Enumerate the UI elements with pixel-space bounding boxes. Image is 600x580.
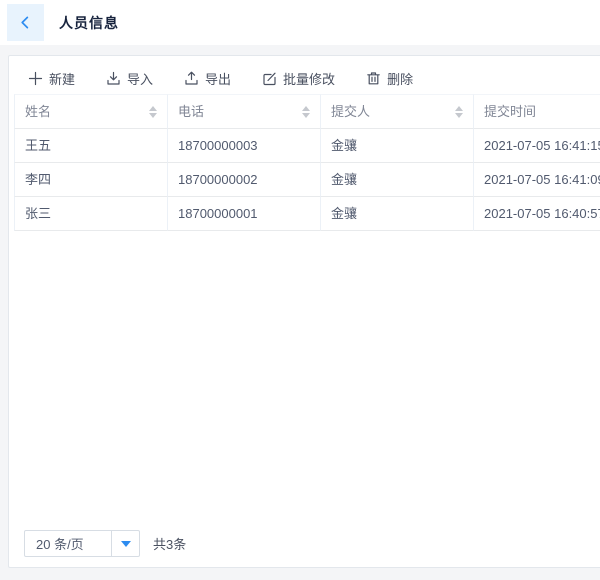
top-bar: 人员信息	[0, 0, 600, 45]
batch-edit-button-label: 批量修改	[283, 69, 335, 88]
export-button[interactable]: 批量修改 导出	[184, 69, 231, 88]
cell-name: 张三	[14, 197, 167, 231]
batch-edit-button[interactable]: 批量修改	[262, 69, 335, 88]
import-button[interactable]: 导入	[106, 69, 153, 88]
column-header-time[interactable]: 提交时间	[473, 94, 600, 129]
column-header-label: 电话	[178, 104, 204, 119]
total-count-label: 共3条	[153, 534, 186, 553]
sort-icon[interactable]	[149, 106, 157, 118]
cell-name: 李四	[14, 163, 167, 197]
cell-time: 2021-07-05 16:41:15	[473, 129, 600, 163]
table-header-row: 姓名 电话 提交人 提交时间	[14, 94, 600, 129]
sort-icon[interactable]	[455, 106, 463, 118]
column-header-submitter[interactable]: 提交人	[320, 94, 473, 129]
cell-phone: 18700000002	[167, 163, 320, 197]
cell-phone: 18700000001	[167, 197, 320, 231]
content-panel: 新建 导入 批量修改 导出 批量修改 删除	[8, 55, 600, 568]
person-table: 姓名 电话 提交人 提交时间 王五 18700000003 金骧 2021-07…	[14, 94, 600, 231]
new-button[interactable]: 新建	[28, 69, 75, 88]
pagination-bar: 20 条/页 共3条	[24, 530, 186, 557]
import-icon	[106, 71, 121, 86]
chevron-down-icon[interactable]	[112, 531, 139, 556]
new-button-label: 新建	[49, 69, 75, 88]
chevron-left-icon	[18, 15, 33, 30]
table-row: 张三 18700000001 金骧 2021-07-05 16:40:57	[14, 197, 600, 231]
column-header-phone[interactable]: 电话	[167, 94, 320, 129]
cell-phone: 18700000003	[167, 129, 320, 163]
edit-icon	[262, 71, 277, 86]
cell-submitter: 金骧	[320, 163, 473, 197]
delete-button[interactable]: 删除	[366, 69, 413, 88]
back-button[interactable]	[7, 4, 44, 41]
page-size-select[interactable]: 20 条/页	[24, 530, 140, 557]
cell-submitter: 金骧	[320, 197, 473, 231]
column-header-label: 姓名	[25, 104, 51, 119]
cell-name: 王五	[14, 129, 167, 163]
export-button-label: 导出	[205, 69, 231, 88]
cell-time: 2021-07-05 16:40:57	[473, 197, 600, 231]
table-row: 王五 18700000003 金骧 2021-07-05 16:41:15	[14, 129, 600, 163]
page-title: 人员信息	[59, 13, 119, 33]
table-row: 李四 18700000002 金骧 2021-07-05 16:41:09	[14, 163, 600, 197]
import-button-label: 导入	[127, 69, 153, 88]
sort-icon[interactable]	[302, 106, 310, 118]
cell-time: 2021-07-05 16:41:09	[473, 163, 600, 197]
plus-icon	[28, 71, 43, 86]
cell-submitter: 金骧	[320, 129, 473, 163]
trash-icon	[366, 71, 381, 86]
column-header-label: 提交时间	[484, 104, 536, 119]
delete-button-label: 删除	[387, 69, 413, 88]
page-size-value: 20 条/页	[25, 534, 111, 553]
column-header-label: 提交人	[331, 104, 370, 119]
export-icon	[184, 71, 199, 86]
column-header-name[interactable]: 姓名	[14, 94, 167, 129]
toolbar: 新建 导入 批量修改 导出 批量修改 删除	[9, 56, 600, 88]
